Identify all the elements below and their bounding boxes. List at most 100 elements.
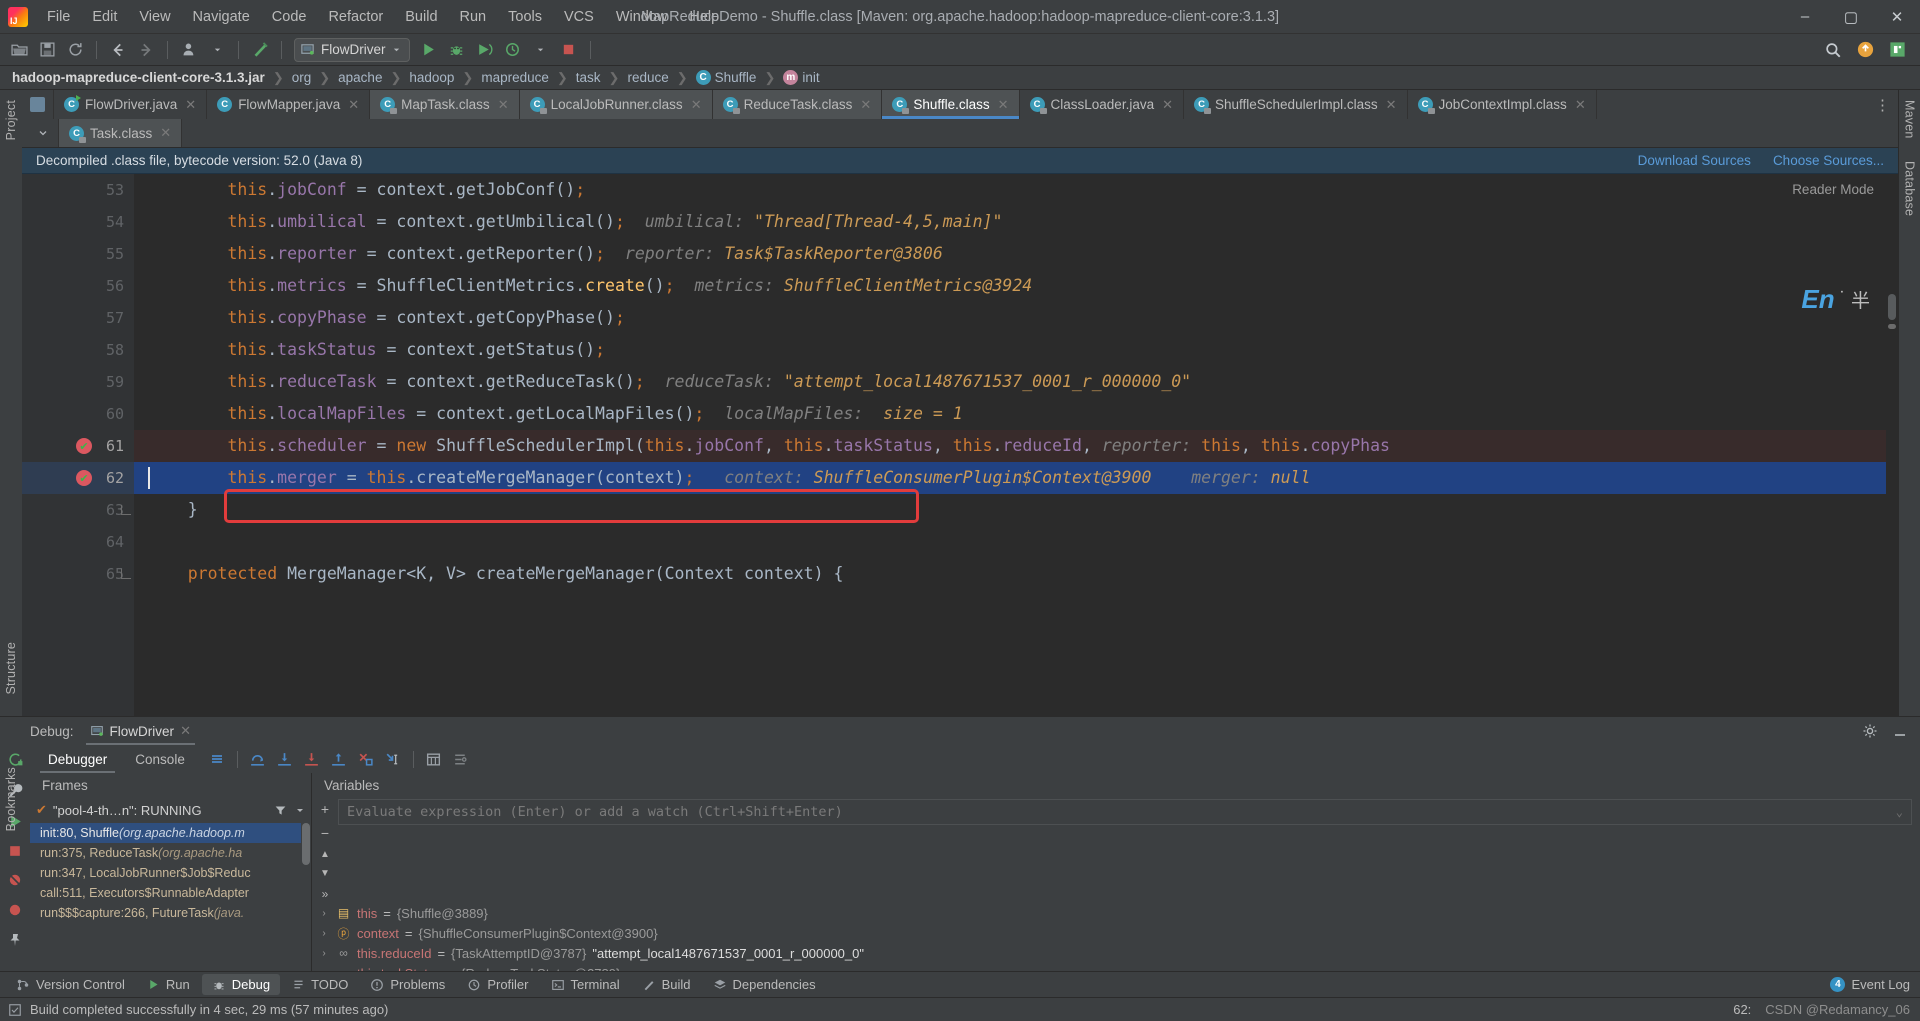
- variable-row-reduceid[interactable]: › ∞ this.reduceId = {TaskAttemptID@3787}…: [312, 943, 1920, 963]
- search-everywhere-button[interactable]: [1820, 37, 1846, 63]
- code-line-56[interactable]: this.metrics = ShuffleClientMetrics.crea…: [134, 270, 1898, 302]
- remove-watch-icon[interactable]: −: [321, 825, 329, 841]
- tab-classloader-java[interactable]: C ClassLoader.java ✕: [1019, 90, 1184, 119]
- minimize-button[interactable]: –: [1782, 0, 1828, 33]
- tab-shuffleschedulerimpl-class[interactable]: C ShuffleSchedulerImpl.class ✕: [1184, 90, 1408, 119]
- variables-list[interactable]: › ▤ this = {Shuffle@3889} › ⓟ context =: [312, 901, 1920, 972]
- close-tab-icon[interactable]: ✕: [160, 125, 171, 141]
- tab-module-indicator[interactable]: [22, 90, 54, 119]
- close-button[interactable]: ✕: [1874, 0, 1920, 33]
- profile-dropdown-button[interactable]: [204, 37, 230, 63]
- run-with-coverage-button[interactable]: [472, 37, 498, 63]
- frame-row[interactable]: run:375, ReduceTask (org.apache.ha: [30, 843, 311, 863]
- menu-run[interactable]: Run: [449, 5, 498, 29]
- variable-row-taskstatus[interactable]: › ∞ this.taskStatus = {ReduceTaskStatus@…: [312, 963, 1920, 972]
- sidebar-item-project[interactable]: Project: [4, 96, 18, 144]
- fold-marker-icon[interactable]: [121, 569, 131, 579]
- toolwindow-run[interactable]: Run: [137, 974, 200, 995]
- tab-localjobrunner-class[interactable]: C LocalJobRunner.class ✕: [519, 90, 713, 119]
- toolwindow-problems[interactable]: Problems: [360, 974, 455, 995]
- expand-arrow-icon[interactable]: ›: [318, 948, 330, 959]
- close-tab-icon[interactable]: ✕: [348, 97, 359, 113]
- breadcrumb-item-init[interactable]: m init: [783, 70, 820, 85]
- menu-refactor[interactable]: Refactor: [317, 5, 394, 29]
- save-all-button[interactable]: [34, 37, 60, 63]
- close-session-icon[interactable]: ✕: [180, 723, 191, 739]
- variable-row-this[interactable]: › ▤ this = {Shuffle@3889}: [312, 903, 1920, 923]
- choose-sources-link[interactable]: Choose Sources...: [1773, 153, 1884, 168]
- menu-view[interactable]: View: [128, 5, 181, 29]
- navigate-back-button[interactable]: [105, 37, 131, 63]
- debug-button[interactable]: [444, 37, 470, 63]
- breadcrumb-item-task[interactable]: task: [576, 70, 601, 85]
- code-text-area[interactable]: this.jobConf = context.getJobConf(); thi…: [134, 174, 1898, 716]
- code-line-55[interactable]: this.reporter = context.getReporter(); r…: [134, 238, 1898, 270]
- sidebar-item-database[interactable]: Database: [1903, 157, 1917, 220]
- expand-arrow-icon[interactable]: ›: [318, 908, 330, 919]
- close-tab-icon[interactable]: ✕: [691, 97, 702, 113]
- close-tab-icon[interactable]: ✕: [498, 97, 509, 113]
- close-tab-icon[interactable]: ✕: [1575, 97, 1586, 113]
- code-line-63[interactable]: }: [134, 494, 1898, 526]
- move-down-icon[interactable]: ▼: [320, 868, 330, 879]
- sidebar-item-maven[interactable]: Maven: [1903, 96, 1917, 143]
- frames-list[interactable]: init:80, Shuffle (org.apache.hadoop.m ru…: [30, 823, 311, 971]
- force-step-into-icon[interactable]: [300, 747, 324, 771]
- pin-icon[interactable]: [7, 932, 23, 948]
- stop-button[interactable]: [556, 37, 582, 63]
- event-log-button[interactable]: 4 Event Log: [1830, 977, 1910, 992]
- code-line-60[interactable]: this.localMapFiles = context.getLocalMap…: [134, 398, 1898, 430]
- menu-vcs[interactable]: VCS: [553, 5, 605, 29]
- breadcrumb-item-jar[interactable]: hadoop-mapreduce-client-core-3.1.3.jar: [12, 70, 265, 85]
- code-line-54[interactable]: this.umbilical = context.getUmbilical();…: [134, 206, 1898, 238]
- run-to-cursor-icon[interactable]: [381, 747, 405, 771]
- navigate-forward-button[interactable]: [133, 37, 159, 63]
- toolwindow-debug[interactable]: Debug: [201, 974, 281, 995]
- close-tab-icon[interactable]: ✕: [185, 97, 196, 113]
- close-tab-icon[interactable]: ✕: [998, 97, 1009, 113]
- code-line-58[interactable]: this.taskStatus = context.getStatus();: [134, 334, 1898, 366]
- breadcrumb-item-hadoop[interactable]: hadoop: [409, 70, 454, 85]
- fold-marker-icon[interactable]: [121, 505, 131, 515]
- sidebar-item-structure[interactable]: Structure: [4, 638, 18, 699]
- gutter-line-61[interactable]: 61: [22, 430, 134, 462]
- drop-frame-icon[interactable]: [354, 747, 378, 771]
- breadcrumb-item-mapreduce[interactable]: mapreduce: [481, 70, 549, 85]
- tab-task-class[interactable]: C Task.class ✕: [59, 119, 183, 147]
- minimize-panel-icon[interactable]: [1892, 723, 1908, 739]
- code-line-62[interactable]: this.merger = this.createMergeManager(co…: [134, 462, 1898, 494]
- caret-position[interactable]: 62:: [1733, 1002, 1751, 1017]
- open-project-button[interactable]: [6, 37, 32, 63]
- tab-flowmapper-java[interactable]: C FlowMapper.java ✕: [207, 90, 371, 119]
- sidebar-item-bookmarks[interactable]: Bookmarks: [4, 763, 18, 835]
- code-line-64[interactable]: [134, 526, 1898, 558]
- tab-debugger[interactable]: Debugger: [34, 748, 121, 773]
- menu-build[interactable]: Build: [394, 5, 448, 29]
- evaluate-expression-input[interactable]: Evaluate expression (Enter) or add a wat…: [338, 799, 1912, 825]
- close-tab-icon[interactable]: ✕: [1162, 97, 1173, 113]
- tab-maptask-class[interactable]: C MapTask.class ✕: [370, 90, 520, 119]
- tab-console[interactable]: Console: [121, 748, 199, 771]
- breakpoint-icon[interactable]: [76, 438, 92, 454]
- view-breakpoints-icon[interactable]: [7, 902, 23, 918]
- stop-program-icon[interactable]: [8, 844, 22, 858]
- close-tab-icon[interactable]: ✕: [860, 97, 871, 113]
- frame-row[interactable]: call:511, Executors$RunnableAdapter: [30, 883, 311, 903]
- tab-jobcontextimpl-class[interactable]: C JobContextImpl.class ✕: [1407, 90, 1597, 119]
- step-out-icon[interactable]: [327, 747, 351, 771]
- tab-row2-collapse[interactable]: [22, 119, 59, 147]
- reader-mode-label[interactable]: Reader Mode: [1792, 182, 1874, 197]
- close-tab-icon[interactable]: ✕: [1386, 97, 1397, 113]
- run-configuration-selector[interactable]: FlowDriver: [294, 37, 410, 62]
- frames-scrollbar[interactable]: [301, 823, 311, 971]
- toolwindow-version-control[interactable]: Version Control: [6, 974, 135, 995]
- build-project-button[interactable]: [247, 37, 273, 63]
- toolwindow-todo[interactable]: TODO: [282, 974, 358, 995]
- editor-scrollbar[interactable]: [1886, 174, 1898, 716]
- debug-session-tab[interactable]: FlowDriver ✕: [82, 720, 199, 745]
- maximize-button[interactable]: ▢: [1828, 0, 1874, 33]
- evaluate-expression-icon[interactable]: [422, 747, 446, 771]
- code-line-65[interactable]: protected MergeManager<K, V> createMerge…: [134, 558, 1898, 590]
- breadcrumb-item-org[interactable]: org: [292, 70, 312, 85]
- profiler-dropdown-button[interactable]: [528, 37, 554, 63]
